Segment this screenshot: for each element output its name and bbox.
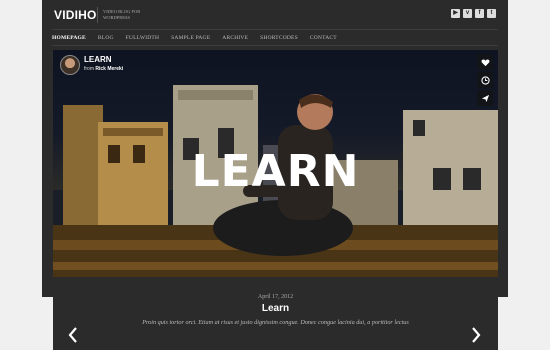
twitter-icon[interactable]: t bbox=[487, 9, 496, 18]
avatar[interactable] bbox=[60, 55, 80, 75]
nav-item-sample-page[interactable]: Sample Page bbox=[171, 35, 210, 45]
nav-item-blog[interactable]: Blog bbox=[98, 35, 114, 45]
nav-item-archive[interactable]: Archive bbox=[222, 35, 248, 45]
like-button[interactable] bbox=[477, 54, 493, 70]
vimeo-icon[interactable]: v bbox=[463, 9, 472, 18]
share-button[interactable] bbox=[477, 90, 493, 106]
next-post-button[interactable] bbox=[470, 326, 482, 344]
social-links: ▶ v f t bbox=[451, 9, 496, 18]
video-title[interactable]: LEARN bbox=[84, 55, 112, 64]
chevron-right-icon bbox=[472, 327, 481, 343]
main-nav: Homepage Blog Fullwidth Sample Page Arch… bbox=[52, 35, 498, 45]
nav-item-fullwidth[interactable]: Fullwidth bbox=[126, 35, 159, 45]
post-info: April 17, 2012 Learn Proin quis tortor o… bbox=[53, 277, 498, 350]
site-tagline: Video blog for WordPress bbox=[103, 9, 141, 20]
prev-post-button[interactable] bbox=[67, 326, 79, 344]
nav-item-contact[interactable]: Contact bbox=[310, 35, 337, 45]
video-frame: LEARN bbox=[53, 50, 498, 298]
watch-later-button[interactable] bbox=[477, 72, 493, 88]
video-player[interactable]: LEARN LEARN from Rick Mereki 01:14 HD ⤢ bbox=[53, 50, 498, 298]
nav-divider bbox=[52, 45, 498, 46]
chevron-left-icon bbox=[68, 327, 77, 343]
nav-item-shortcodes[interactable]: Shortcodes bbox=[260, 35, 298, 45]
nav-item-homepage[interactable]: Homepage bbox=[52, 35, 86, 45]
video-overlay-title: LEARN bbox=[191, 146, 360, 197]
site-logo[interactable]: VIDIHO bbox=[54, 8, 97, 22]
clock-icon bbox=[480, 75, 490, 85]
video-byline: from Rick Mereki bbox=[84, 66, 123, 72]
send-icon bbox=[481, 94, 489, 102]
facebook-icon[interactable]: f bbox=[475, 9, 484, 18]
post-excerpt: Proin quis tortor orci. Etiam at risus e… bbox=[142, 319, 409, 326]
post-title[interactable]: Learn bbox=[53, 303, 498, 314]
byline-prefix: from bbox=[84, 66, 94, 72]
post-date: April 17, 2012 bbox=[257, 294, 294, 300]
logo-divider bbox=[97, 7, 98, 23]
youtube-icon[interactable]: ▶ bbox=[451, 9, 460, 18]
heart-icon bbox=[481, 59, 489, 66]
header-divider bbox=[52, 29, 498, 30]
video-author[interactable]: Rick Mereki bbox=[95, 66, 123, 72]
site-header: VIDIHO Video blog for WordPress ▶ v f t bbox=[52, 0, 498, 30]
